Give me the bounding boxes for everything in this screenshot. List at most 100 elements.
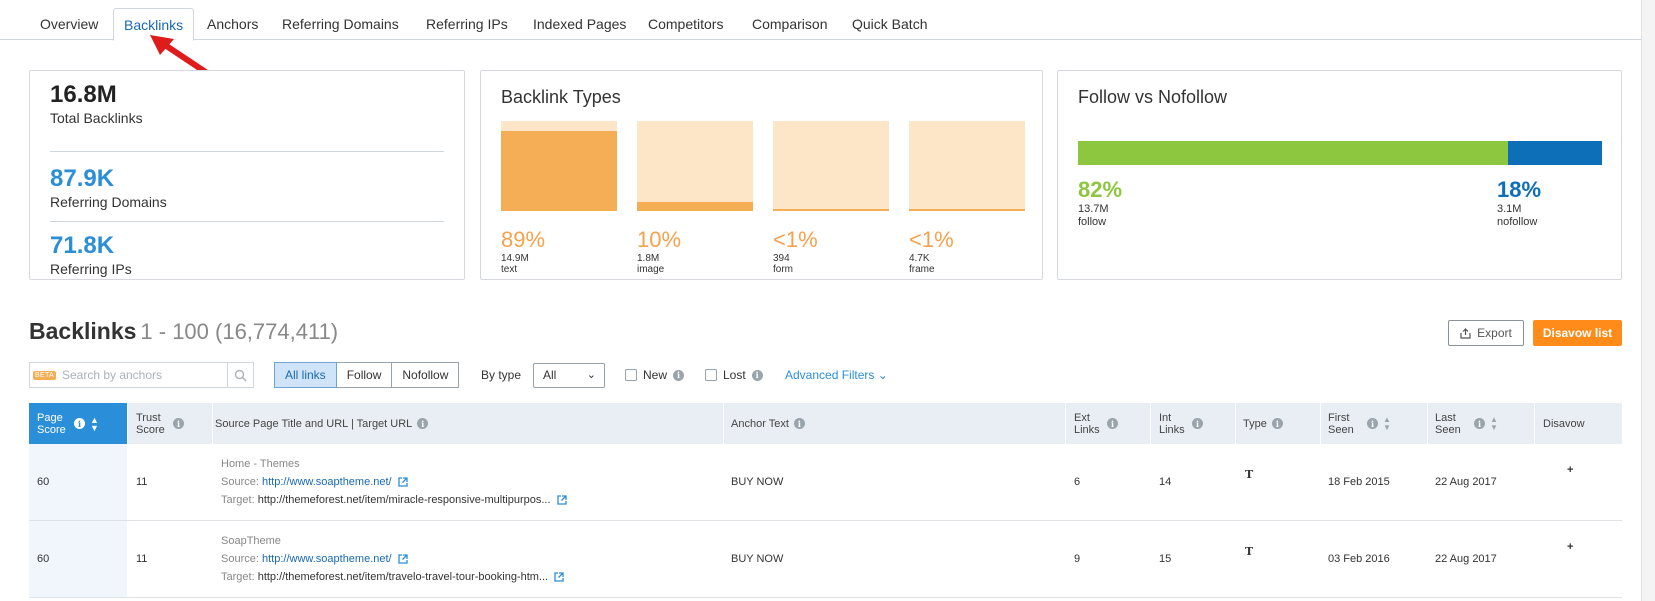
- source-title: SoapTheme: [221, 535, 281, 547]
- total-backlinks-stat[interactable]: 16.8M Total Backlinks: [50, 81, 444, 126]
- info-icon: i: [1271, 418, 1283, 429]
- nofollow-pct: 18%: [1497, 177, 1542, 202]
- lost-checkbox[interactable]: [705, 369, 717, 381]
- section-range: 1 - 100 (16,774,411): [140, 319, 339, 344]
- nofollow-option[interactable]: Nofollow: [391, 362, 460, 388]
- disavow-list-button[interactable]: Disavow list: [1533, 320, 1622, 346]
- backlink-type-form[interactable]: <1% 394 form: [773, 121, 889, 275]
- new-filter[interactable]: New i: [625, 368, 685, 382]
- external-link-icon[interactable]: [556, 495, 567, 505]
- backlink-type-count: 14.9M: [501, 253, 529, 264]
- follow-bar-segment: [1078, 141, 1508, 165]
- summary-card: 16.8M Total Backlinks 87.9K Referring Do…: [29, 70, 465, 280]
- total-backlinks-label: Total Backlinks: [50, 110, 143, 126]
- backlink-type-image[interactable]: 10% 1.8M image: [637, 121, 753, 275]
- referring-domains-label: Referring Domains: [50, 194, 167, 210]
- backlink-type-fill: [501, 130, 617, 211]
- info-icon: i: [417, 418, 429, 429]
- col-ext-links[interactable]: Ext Links i: [1074, 403, 1144, 444]
- backlink-type-name: frame: [909, 264, 935, 275]
- lost-label: Lost: [723, 368, 746, 382]
- source-url-link[interactable]: http://www.soaptheme.net/: [262, 476, 392, 488]
- col-trust-score-label: Trust Score: [136, 411, 165, 436]
- col-first-seen[interactable]: First Seen i ▲ ▼: [1328, 403, 1423, 444]
- col-disavow-label: Disavow: [1543, 417, 1585, 430]
- referring-domains-stat[interactable]: 87.9K Referring Domains: [50, 151, 444, 210]
- col-trust-score[interactable]: Trust Score i: [136, 403, 206, 444]
- info-icon: i: [1192, 418, 1203, 429]
- trust-score-cell: 11: [136, 476, 148, 488]
- export-button[interactable]: Export: [1448, 320, 1524, 346]
- follow-name: follow: [1078, 216, 1107, 228]
- anchor-search: BETA: [29, 362, 254, 388]
- referring-domains-value: 87.9K: [50, 165, 115, 192]
- sort-icon: ▲ ▼: [1490, 414, 1498, 432]
- backlink-type-bar: [773, 121, 889, 211]
- backlink-type-bar: [501, 121, 617, 211]
- int-links-cell: 14: [1159, 476, 1172, 488]
- col-int-links[interactable]: Int Links i: [1159, 403, 1229, 444]
- backlink-type-text[interactable]: 89% 14.9M text: [501, 121, 617, 275]
- int-links-cell: 15: [1159, 553, 1172, 565]
- external-link-icon[interactable]: [397, 477, 408, 487]
- advanced-filters-link[interactable]: Advanced Filters ⌄: [785, 368, 888, 382]
- sort-icon: ▲ ▼: [90, 414, 99, 433]
- new-checkbox[interactable]: [625, 369, 637, 381]
- section-title-text: Backlinks: [29, 318, 137, 344]
- total-backlinks-value: 16.8M: [50, 81, 117, 108]
- table-header: Page Score i ▲ ▼ Trust Score i Source Pag…: [29, 403, 1622, 444]
- all-links-option[interactable]: All links: [274, 362, 337, 388]
- col-source-label: Source Page Title and URL | Target URL: [215, 417, 413, 430]
- source-prefix: Source:: [221, 553, 259, 565]
- col-last-seen[interactable]: Last Seen i ▲ ▼: [1435, 403, 1530, 444]
- follow-count: 13.7M: [1078, 203, 1109, 215]
- by-type-select[interactable]: All ⌄: [533, 363, 605, 388]
- nofollow-name: nofollow: [1497, 216, 1538, 228]
- first-seen-cell: 18 Feb 2015: [1328, 476, 1390, 488]
- tab-overview[interactable]: Overview: [30, 8, 108, 40]
- tab-referring-ips[interactable]: Referring IPs: [416, 8, 518, 40]
- referring-ips-stat[interactable]: 71.8K Referring IPs: [50, 221, 444, 277]
- backlink-type-frame[interactable]: <1% 4.7K frame: [909, 121, 1025, 275]
- by-type-label: By type: [481, 368, 522, 382]
- beta-badge: BETA: [33, 370, 56, 380]
- ext-links-cell: 9: [1074, 553, 1081, 565]
- chevron-down-icon: ⌄: [586, 369, 596, 381]
- export-label: Export: [1477, 326, 1512, 340]
- source-line: Source: http://www.soaptheme.net/: [221, 553, 564, 565]
- follow-option[interactable]: Follow: [335, 362, 393, 388]
- col-page-score[interactable]: Page Score i ▲ ▼: [29, 403, 127, 444]
- info-icon: i: [751, 369, 763, 381]
- source-title: Home - Themes: [221, 458, 300, 470]
- tab-referring-domains[interactable]: Referring Domains: [272, 8, 409, 40]
- col-page-score-label: Page Score: [37, 411, 66, 436]
- backlink-types-title: Backlink Types: [501, 87, 621, 107]
- search-button[interactable]: [227, 363, 253, 387]
- target-url-link[interactable]: http://themeforest.net/item/miracle-resp…: [258, 494, 551, 506]
- external-link-icon[interactable]: [397, 554, 408, 564]
- backlink-type-count: 394: [773, 253, 790, 264]
- info-icon: i: [673, 369, 685, 381]
- backlink-type-fill: [909, 209, 1025, 211]
- tab-quick-batch[interactable]: Quick Batch: [842, 8, 937, 40]
- text-type-icon: T: [1245, 545, 1254, 558]
- chevron-down-icon: ⌄: [877, 368, 888, 382]
- tab-indexed-pages[interactable]: Indexed Pages: [523, 8, 636, 40]
- external-link-icon[interactable]: [554, 572, 564, 582]
- disavow-add-icon[interactable]: +: [1567, 541, 1573, 553]
- target-line: Target: http://themeforest.net/item/trav…: [221, 571, 564, 583]
- info-icon: i: [1474, 418, 1485, 429]
- target-url-link[interactable]: http://themeforest.net/item/travelo-trav…: [258, 571, 548, 583]
- follow-pct: 82%: [1078, 177, 1123, 202]
- page-scrollbar[interactable]: [1641, 0, 1655, 601]
- text-type-icon: T: [1245, 468, 1254, 481]
- lost-filter[interactable]: Lost i: [705, 368, 763, 382]
- disavow-add-icon[interactable]: +: [1567, 464, 1573, 476]
- anchor-cell: BUY NOW: [731, 476, 784, 488]
- tab-comparison[interactable]: Comparison: [742, 8, 837, 40]
- follow-nofollow-card: Follow vs Nofollow 82% 13.7M follow 18% …: [1057, 70, 1622, 280]
- source-url-link[interactable]: http://www.soaptheme.net/: [262, 553, 392, 565]
- follow-ratio-bar[interactable]: [1078, 141, 1602, 165]
- tab-competitors[interactable]: Competitors: [638, 8, 733, 40]
- search-input[interactable]: [61, 368, 222, 382]
